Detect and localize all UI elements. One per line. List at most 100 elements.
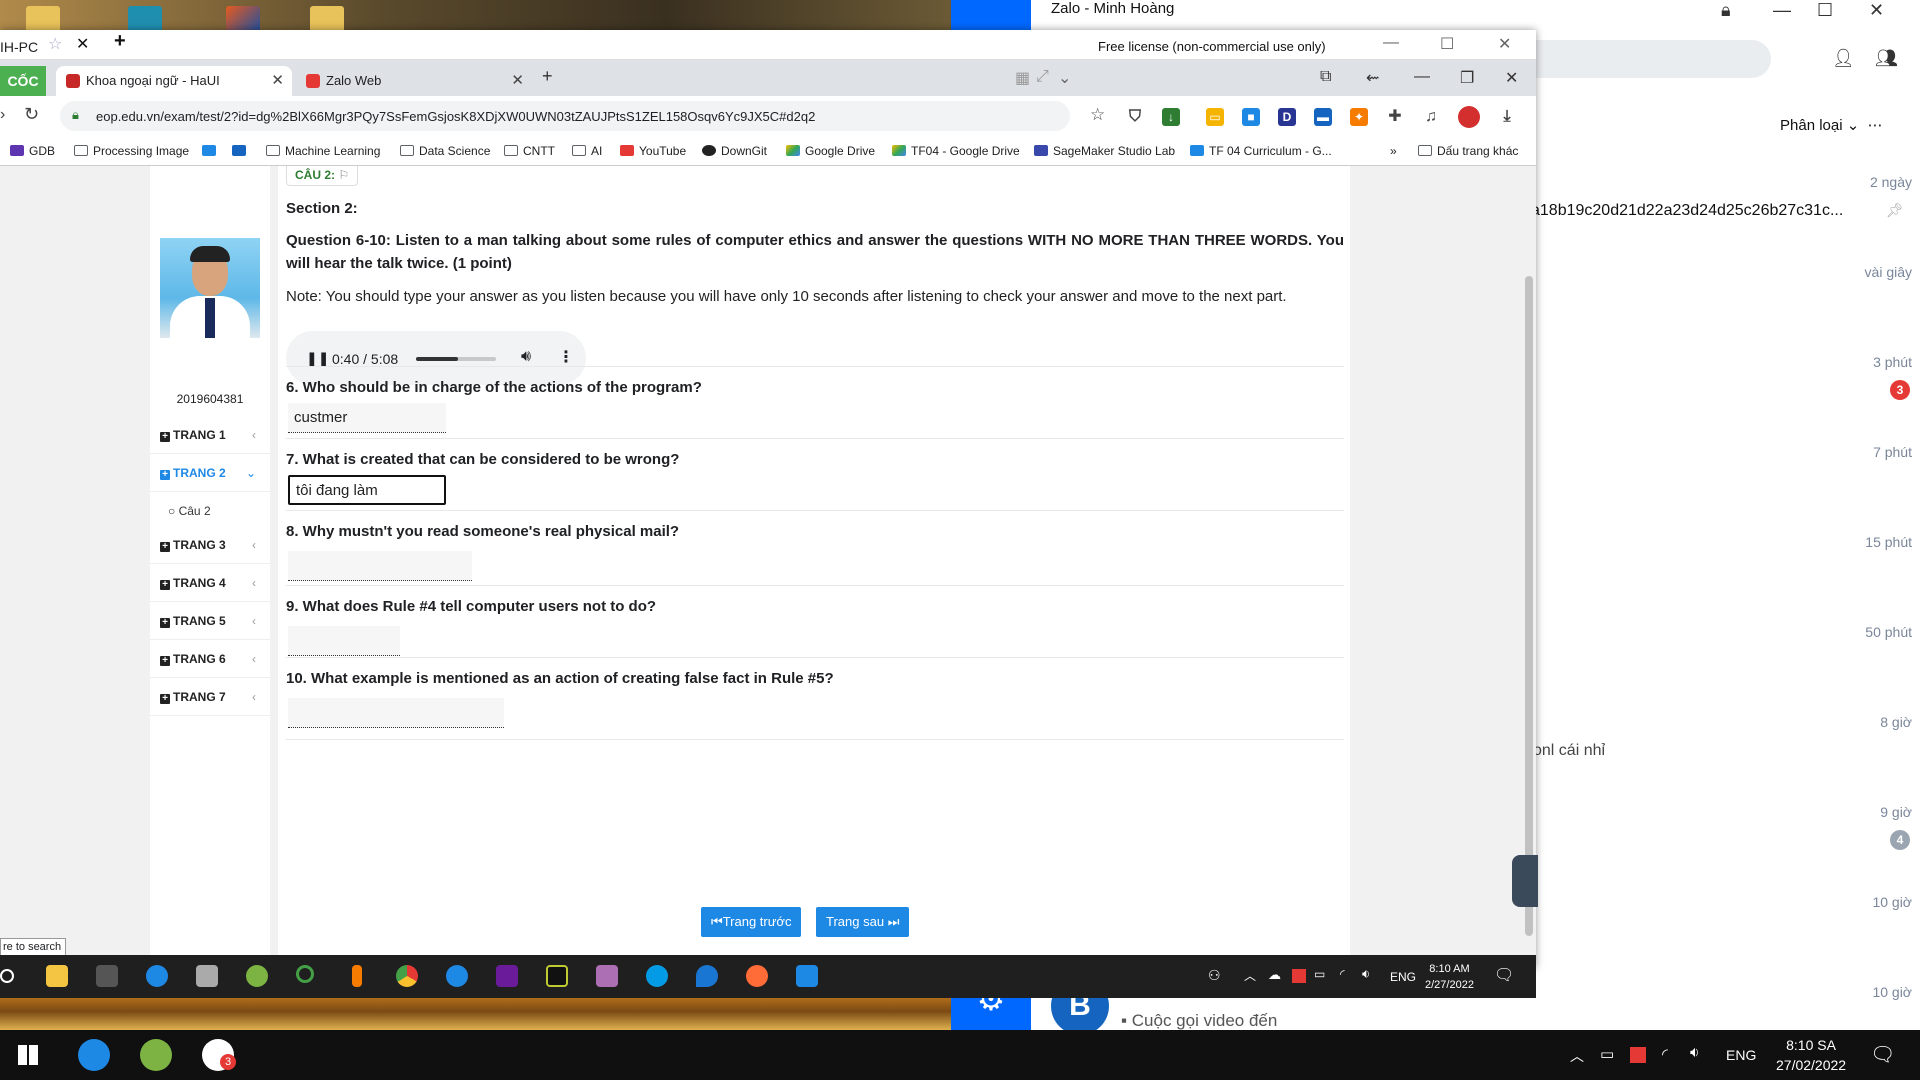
create-group-icon[interactable]: 👥︎ — [1875, 48, 1898, 69]
extension-icon[interactable]: ■ — [1242, 108, 1260, 126]
terminal-icon[interactable] — [96, 965, 118, 987]
bookmark-gdb[interactable]: GDB — [10, 144, 55, 158]
battery-icon[interactable]: ▭ — [1314, 967, 1325, 981]
clock[interactable]: 8:10 SA 27/02/2022 — [1776, 1035, 1846, 1075]
people-icon[interactable]: ⚇ — [1208, 967, 1221, 984]
vscode-icon[interactable] — [796, 965, 818, 987]
download-arrow-icon[interactable]: ↓ — [1162, 108, 1180, 126]
wifi-icon[interactable]: ◜ — [1340, 967, 1345, 981]
sidebar-item-trang-7[interactable]: + TRANG 7 ‹ — [150, 678, 270, 716]
bookmark-cntt[interactable]: CNTT — [504, 144, 555, 158]
battery-icon[interactable]: ▭ — [1600, 1045, 1614, 1063]
puzzle-icon[interactable]: ✚ — [1386, 108, 1404, 126]
wifi-icon[interactable]: ◜ — [1662, 1045, 1668, 1063]
matlab-icon[interactable] — [226, 6, 260, 32]
maps-icon[interactable] — [696, 965, 718, 987]
chevron-up-icon[interactable]: ︿ — [1570, 1046, 1584, 1066]
download-icon[interactable]: ⤓ — [1498, 108, 1516, 126]
screenshot-icon[interactable]: ⧉ — [1320, 68, 1331, 86]
app-icon[interactable] — [196, 965, 218, 987]
language-indicator[interactable]: ENG — [1726, 1047, 1756, 1063]
clock[interactable]: 8:10 AM 2/27/2022 — [1425, 961, 1474, 993]
close-icon[interactable]: ✕ — [1505, 68, 1518, 88]
chrome-icon[interactable] — [396, 965, 418, 987]
app-icon[interactable] — [128, 6, 162, 32]
minimize-icon[interactable]: — — [1773, 0, 1791, 21]
music-list-icon[interactable]: ♫ — [1422, 108, 1440, 126]
new-tab-icon[interactable]: + — [114, 30, 126, 53]
antivirus-icon[interactable] — [1630, 1047, 1646, 1063]
reload-icon[interactable]: ↻ — [24, 104, 39, 125]
back-arrow-icon[interactable]: ⇜ — [1366, 68, 1379, 88]
chevron-down-icon[interactable]: ⌄ — [1058, 68, 1071, 88]
prev-page-button[interactable]: ⏮Trang trước — [701, 907, 802, 937]
question-tab[interactable]: CÂU 2: ⚐ — [286, 166, 359, 186]
sidebar-item-trang-6[interactable]: + TRANG 6 ‹ — [150, 640, 270, 678]
refresh-app-icon[interactable] — [296, 965, 314, 983]
star-icon[interactable]: ☆ — [1090, 105, 1105, 125]
close-icon[interactable]: ✕ — [1869, 0, 1884, 21]
bookmark-youtube[interactable]: YouTube — [620, 144, 686, 158]
coc-coc-button[interactable]: CỐC — [0, 66, 46, 96]
coc-coc-icon[interactable] — [246, 965, 268, 987]
close-tab-icon[interactable]: ✕ — [511, 66, 524, 96]
bookmark-data-science[interactable]: Data Science — [400, 144, 490, 158]
shield-icon[interactable]: ⛉ — [1126, 108, 1144, 126]
bookmark-machine-learning[interactable]: Machine Learning — [266, 144, 380, 158]
audio-seek-slider[interactable] — [416, 357, 496, 361]
bookmarks-overflow-button[interactable]: » — [1390, 144, 1397, 158]
speaker-icon[interactable]: 🔉︎ — [1690, 1044, 1699, 1061]
antivirus-icon[interactable] — [1292, 969, 1306, 983]
chevron-up-icon[interactable]: ︿ — [1244, 967, 1256, 984]
sidebar-item-trang-4[interactable]: + TRANG 4 ‹ — [150, 564, 270, 602]
extension-d-icon[interactable]: D — [1278, 108, 1296, 126]
scroll-thumb[interactable] — [1525, 276, 1533, 936]
star-icon[interactable]: ☆ — [48, 34, 62, 54]
sidebar-item-trang-1[interactable]: + TRANG 1 ‹ — [150, 416, 270, 454]
jupyter-icon[interactable] — [352, 965, 362, 987]
back-icon[interactable]: › — [0, 106, 5, 124]
page-scrollbar[interactable] — [1522, 166, 1536, 955]
folder-icon[interactable] — [26, 6, 60, 32]
more-options-icon[interactable]: ⋮ — [558, 347, 574, 367]
bookmark-google-drive[interactable]: Google Drive — [786, 144, 875, 158]
language-indicator[interactable]: ENG — [1390, 970, 1416, 984]
lock-icon[interactable]: 🔒︎ — [1721, 0, 1731, 21]
notification-icon[interactable]: 🗨︎ — [1494, 965, 1514, 985]
flag-icon[interactable]: ⚐ — [338, 168, 349, 182]
answer-input[interactable] — [288, 403, 446, 433]
new-tab-icon[interactable]: + — [542, 66, 553, 87]
sidebar-item-trang-5[interactable]: + TRANG 5 ‹ — [150, 602, 270, 640]
volume-icon[interactable]: 🔊︎ — [521, 348, 531, 366]
skype-icon[interactable] — [646, 965, 668, 987]
tab-zalo-web[interactable]: Zalo Web ✕ — [296, 66, 532, 96]
minimize-icon[interactable]: — — [1414, 68, 1430, 86]
floating-widget-icon[interactable] — [1512, 855, 1538, 907]
bookmark-tf04-curriculum[interactable]: TF 04 Curriculum - G... — [1190, 144, 1332, 158]
maximize-icon[interactable]: ☐ — [1440, 34, 1454, 54]
postman-icon[interactable] — [746, 965, 768, 987]
bookmark-downgit[interactable]: DownGit — [702, 144, 767, 158]
bookmark-icon-2[interactable] — [232, 144, 251, 158]
answer-input[interactable] — [288, 475, 446, 505]
minimize-icon[interactable]: — — [1383, 34, 1399, 52]
remote-desktop-icon[interactable] — [146, 965, 168, 987]
notification-icon[interactable]: 🗨︎ — [1870, 1042, 1895, 1067]
cloud-icon[interactable]: ☁ — [1268, 967, 1281, 983]
sidebar-item-trang-2[interactable]: + TRANG 2 ⌄ — [150, 454, 270, 492]
teamviewer-icon[interactable] — [78, 1039, 110, 1071]
profile-avatar-icon[interactable] — [1458, 106, 1480, 128]
coc-coc-icon[interactable] — [140, 1039, 172, 1071]
fullscreen-icon[interactable]: ⤢ — [1036, 68, 1049, 86]
restore-icon[interactable]: ❐ — [1460, 68, 1474, 88]
search-icon[interactable] — [0, 969, 14, 983]
extension-icon[interactable]: ▬ — [1314, 108, 1332, 126]
close-tab-icon[interactable]: ✕ — [271, 66, 284, 96]
bookmark-processing-image[interactable]: Processing Image — [74, 144, 189, 158]
grid-icon[interactable]: ▦ — [1015, 68, 1030, 88]
maximize-icon[interactable]: ☐ — [1817, 0, 1833, 21]
file-explorer-icon[interactable] — [46, 965, 68, 987]
sidebar-item-trang-3[interactable]: + TRANG 3 ‹ — [150, 526, 270, 564]
app-icon[interactable] — [596, 965, 618, 987]
tab-khoa-ngoai-ngu[interactable]: Khoa ngoại ngữ - HaUI ✕ — [56, 66, 292, 96]
